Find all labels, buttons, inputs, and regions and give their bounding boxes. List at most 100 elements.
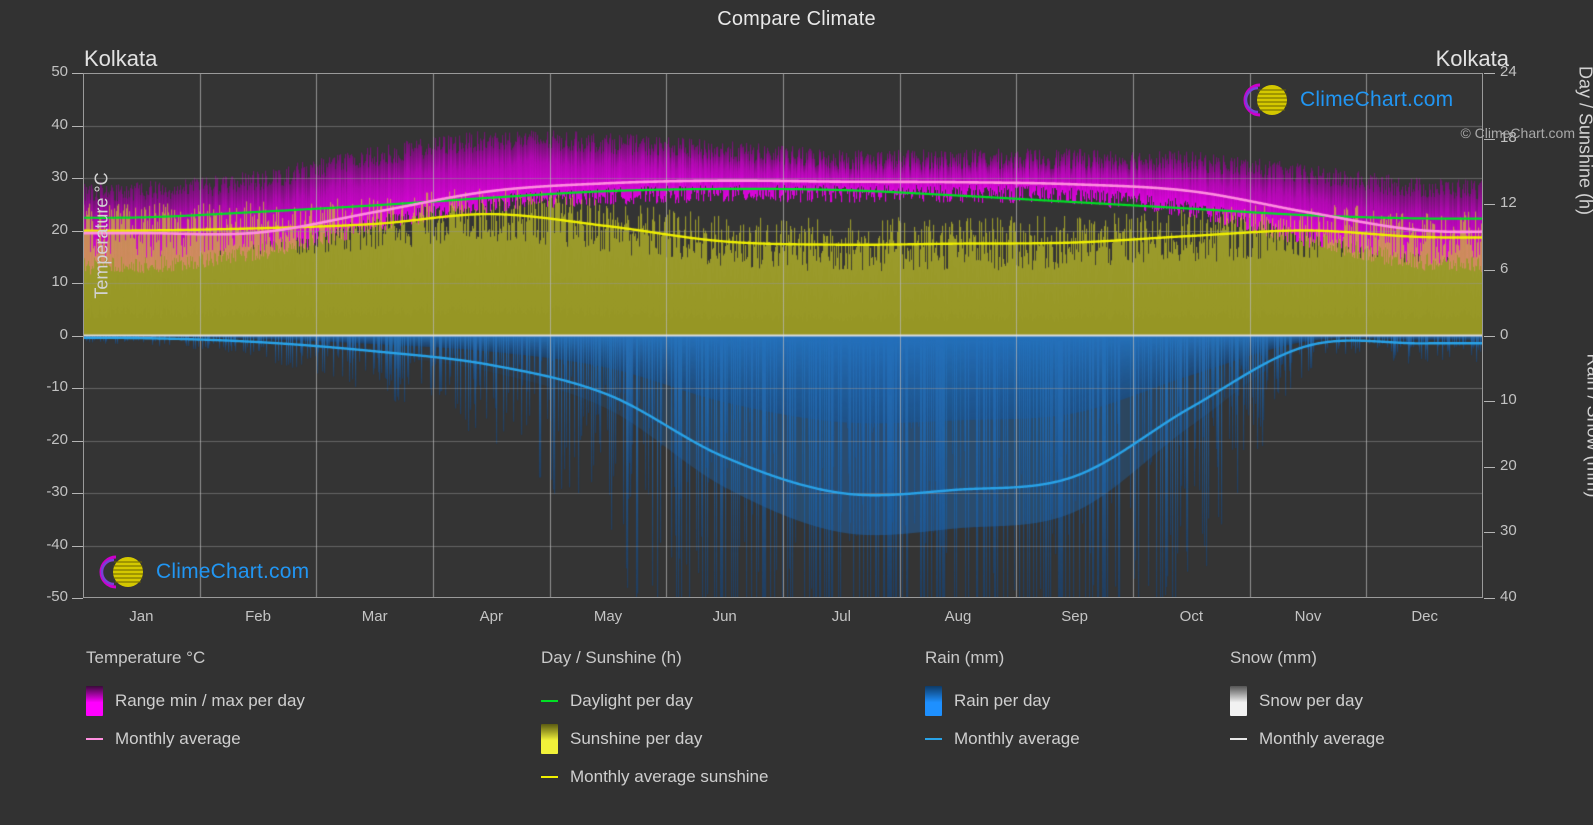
plot-border-bottom	[83, 597, 1483, 598]
legend-column-title: Temperature °C	[86, 648, 206, 667]
legend-swatch-icon	[1230, 686, 1247, 716]
y-tick-mark-left	[72, 335, 83, 337]
x-tick-feb: Feb	[245, 608, 271, 625]
logo-text-top: ClimeChart.com	[1300, 88, 1454, 111]
chart-canvas	[83, 73, 1483, 598]
city-label-left: Kolkata	[84, 46, 158, 71]
y-tick-mark-right-bottom	[1484, 532, 1495, 534]
y-tick-left: 50	[51, 63, 68, 80]
climate-chart-page: Compare Climate Kolkata Kolkata ClimeCha…	[0, 0, 1593, 825]
chart-legend: Temperature °C Range min / max per day Mon…	[0, 648, 1593, 808]
x-tick-jun: Jun	[712, 608, 737, 625]
legend-column-2: Rain (mm) Rain per day Monthly average	[925, 648, 1080, 758]
legend-item-label: Monthly average	[1259, 729, 1385, 748]
plot-border-right	[1482, 73, 1483, 598]
legend-item[interactable]: Monthly average	[86, 720, 305, 758]
legend-column-0: Temperature °C Range min / max per day Mon…	[86, 648, 305, 758]
legend-item[interactable]: Range min / max per day	[86, 682, 305, 720]
legend-swatch-icon	[541, 724, 558, 754]
legend-item[interactable]: Monthly average sunshine	[541, 758, 768, 796]
legend-item-label: Monthly average	[954, 729, 1080, 748]
y-axis-right-bottom-title: Rain / Snow (mm)	[1583, 353, 1593, 498]
legend-column-title: Snow (mm)	[1230, 648, 1317, 667]
x-tick-jul: Jul	[831, 608, 851, 625]
y-tick-left: -10	[46, 378, 68, 395]
y-tick-left: -50	[46, 588, 68, 605]
y-tick-mark-left	[72, 230, 83, 232]
y-tick-mark-left	[72, 598, 83, 599]
y-tick-mark-right-top	[1484, 204, 1495, 206]
legend-item[interactable]: Monthly average	[1230, 720, 1385, 758]
y-tick-mark-left	[72, 125, 83, 127]
x-tick-mar: Mar	[361, 608, 388, 625]
legend-item-label: Snow per day	[1259, 691, 1363, 710]
legend-column-3: Snow (mm) Snow per day Monthly average	[1230, 648, 1385, 758]
y-tick-mark-right-top	[1484, 73, 1495, 74]
y-tick-right-top: 0	[1500, 325, 1509, 343]
city-label-right: Kolkata	[1435, 46, 1509, 71]
watermark-logo-bottom: ClimeChart.com	[92, 552, 309, 592]
legend-item[interactable]: Snow per day	[1230, 682, 1385, 720]
legend-column-1: Day / Sunshine (h) Daylight per day Sunshi…	[541, 648, 768, 796]
y-tick-mark-left	[72, 493, 83, 494]
x-tick-may: May	[593, 608, 623, 625]
legend-item[interactable]: Daylight per day	[541, 682, 768, 720]
y-tick-mark-right-top	[1484, 269, 1495, 271]
y-tick-right-bottom: 30	[1500, 522, 1517, 540]
legend-item-label: Daylight per day	[570, 691, 693, 710]
y-tick-left: -30	[46, 483, 68, 500]
y-tick-mark-right-top	[1484, 335, 1495, 337]
x-tick-jan: Jan	[129, 608, 154, 625]
legend-swatch-icon	[925, 686, 942, 716]
climechart-logo-icon	[99, 555, 143, 589]
plot-border-left	[83, 73, 84, 598]
legend-item[interactable]: Rain per day	[925, 682, 1080, 720]
legend-swatch-icon	[86, 686, 103, 716]
y-axis-left-title: Temperature °C	[91, 172, 112, 299]
y-tick-mark-left	[72, 440, 83, 442]
x-tick-oct: Oct	[1179, 608, 1203, 625]
y-tick-left: 40	[51, 115, 68, 133]
legend-item-label: Sunshine per day	[570, 729, 703, 748]
x-tick-dec: Dec	[1411, 608, 1438, 625]
y-tick-mark-left	[72, 388, 83, 389]
logo-text-bottom: ClimeChart.com	[156, 560, 310, 583]
y-tick-right-bottom: 40	[1500, 588, 1517, 605]
x-tick-nov: Nov	[1294, 608, 1322, 625]
y-tick-left: 10	[51, 273, 68, 290]
legend-line-icon	[1230, 724, 1247, 754]
legend-line-icon	[925, 724, 942, 754]
legend-item[interactable]: Monthly average	[925, 720, 1080, 758]
y-tick-mark-right-bottom	[1484, 401, 1495, 403]
plot-border-top	[83, 73, 1483, 74]
y-tick-mark-left	[72, 73, 83, 74]
y-tick-right-top: 6	[1500, 259, 1509, 277]
legend-column-title: Day / Sunshine (h)	[541, 648, 682, 667]
y-axis-right-top-title: Day / Sunshine (h)	[1575, 65, 1593, 216]
y-tick-right-top: 24	[1500, 63, 1517, 80]
y-tick-right-top: 12	[1500, 194, 1517, 212]
x-tick-apr: Apr	[479, 608, 503, 625]
legend-item-label: Monthly average	[115, 729, 241, 748]
y-tick-left: -40	[46, 535, 68, 553]
x-tick-sep: Sep	[1061, 608, 1088, 625]
y-tick-left: 30	[51, 168, 68, 185]
y-tick-right-bottom: 10	[1500, 391, 1517, 409]
y-tick-right-bottom: 20	[1500, 456, 1517, 474]
copyright-text: © ClimeChart.com	[1460, 125, 1575, 141]
legend-column-title: Rain (mm)	[925, 648, 1005, 667]
legend-line-icon	[541, 762, 558, 792]
legend-item[interactable]: Sunshine per day	[541, 720, 768, 758]
legend-item-label: Rain per day	[954, 691, 1051, 710]
legend-line-icon	[541, 686, 558, 716]
watermark-logo-top: ClimeChart.com	[1236, 80, 1453, 120]
y-tick-left: -20	[46, 430, 68, 448]
y-tick-mark-left	[72, 545, 83, 547]
y-tick-left: 0	[59, 325, 68, 343]
x-tick-aug: Aug	[944, 608, 972, 625]
legend-line-icon	[86, 724, 103, 754]
y-tick-mark-left	[72, 283, 83, 284]
y-tick-mark-right-bottom	[1484, 598, 1495, 599]
legend-item-label: Range min / max per day	[115, 691, 305, 710]
legend-item-label: Monthly average sunshine	[570, 767, 769, 786]
